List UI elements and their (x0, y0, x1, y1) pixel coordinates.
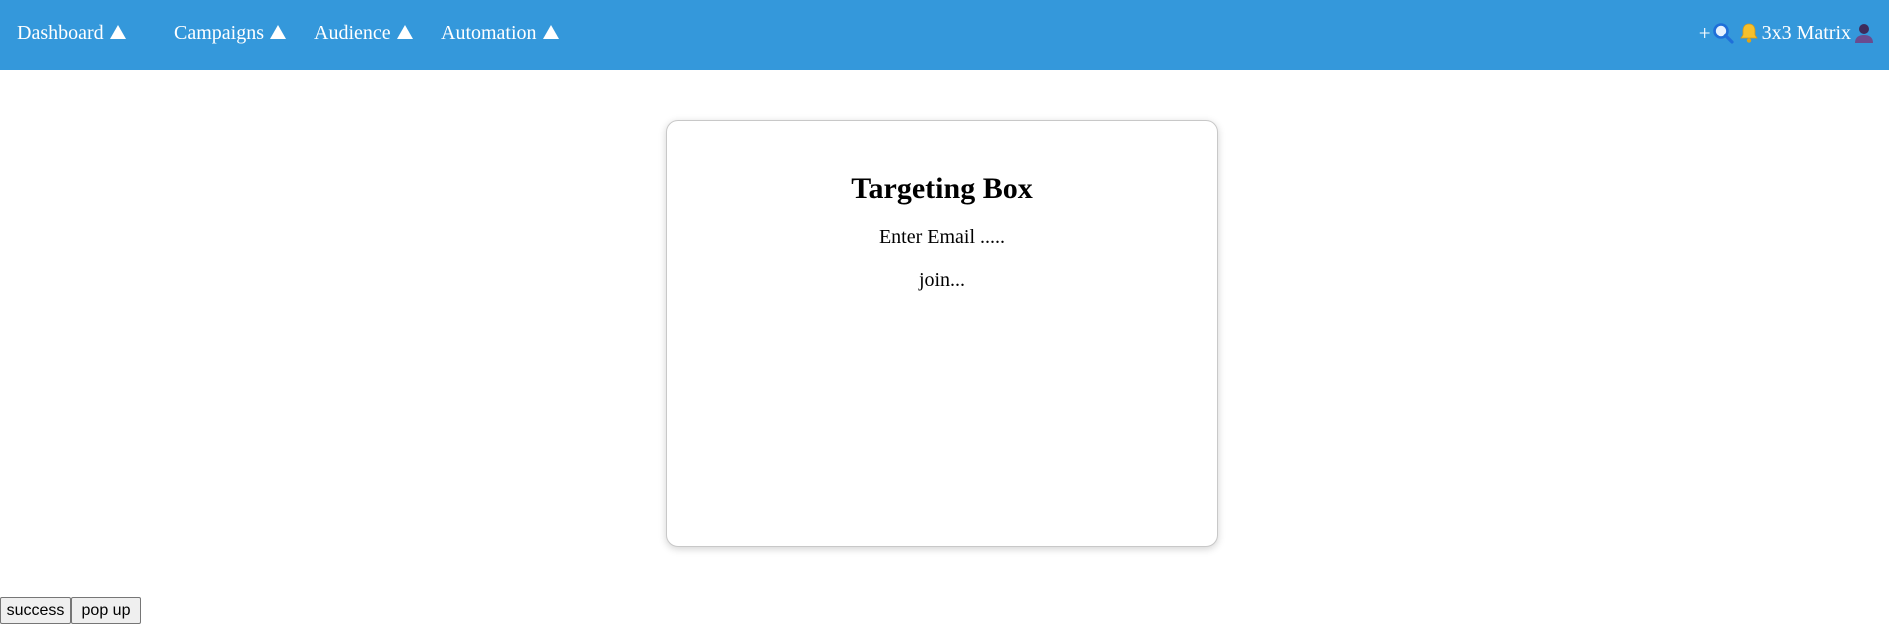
nav-item-dashboard[interactable]: Dashboard (17, 20, 174, 46)
matrix-menu[interactable]: 3x3 Matrix (1762, 20, 1851, 46)
caret-up-icon (396, 25, 413, 39)
main-nav: Dashboard Campaigns Audience Automation (17, 20, 571, 46)
nav-item-label: Campaigns (174, 22, 264, 44)
search-icon[interactable] (1712, 22, 1734, 44)
email-field[interactable]: Enter Email ..... (667, 225, 1217, 249)
bottom-button-group: success pop up (0, 597, 141, 624)
caret-up-icon (109, 25, 126, 39)
caret-up-icon (542, 25, 559, 39)
success-button[interactable]: success (0, 597, 71, 624)
nav-item-label: Dashboard (17, 22, 104, 44)
nav-item-label: Audience (314, 22, 391, 44)
caret-up-icon (270, 25, 286, 39)
nav-item-label: Automation (441, 22, 537, 44)
user-icon[interactable] (1854, 22, 1874, 44)
nav-item-audience[interactable]: Audience (314, 20, 441, 46)
nav-item-campaigns[interactable]: Campaigns (174, 20, 314, 46)
plus-icon[interactable]: + (1699, 20, 1711, 46)
card-title: Targeting Box (851, 172, 1033, 205)
nav-item-automation[interactable]: Automation (441, 20, 571, 46)
top-navbar: Dashboard Campaigns Audience Automation … (0, 0, 1889, 70)
targeting-box-card: Targeting Box Enter Email ..... join... (666, 120, 1218, 547)
popup-button[interactable]: pop up (71, 597, 141, 624)
bell-icon[interactable] (1738, 22, 1760, 44)
join-link[interactable]: join... (667, 268, 1217, 292)
header-tools: + 3x3 Matrix (1699, 20, 1874, 46)
